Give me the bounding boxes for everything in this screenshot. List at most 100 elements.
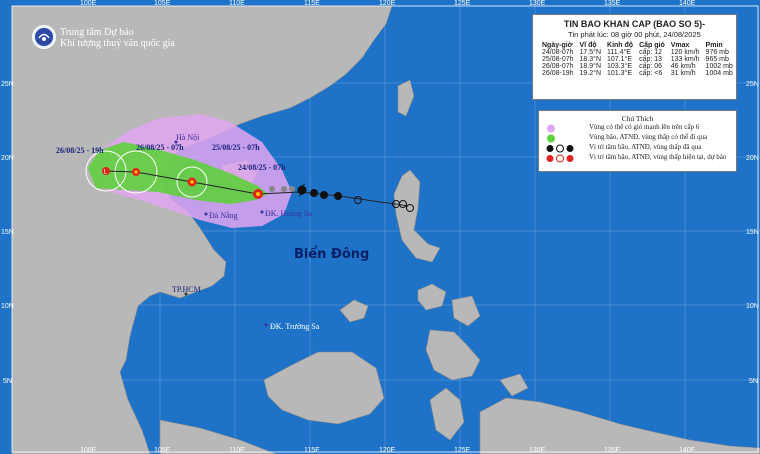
table-row: 26/08-19h 19.2°N 101.3°E cấp: <6 31 km/h…: [539, 70, 736, 77]
tick-lat-right: 25N: [746, 81, 759, 88]
past-position-symbol: [281, 186, 287, 192]
table-cell: 18.9°N: [579, 63, 602, 70]
past-position-symbol: [310, 189, 318, 197]
tick-lat-left: 20N: [1, 155, 14, 162]
table-cell: 965 mb: [705, 56, 729, 63]
table-cell: 103.3°E: [607, 63, 633, 70]
legend-label: Vùng bão, ATNĐ, vùng thấp có thể đi qua: [589, 133, 708, 141]
forecast-storm-symbols-icon: [546, 154, 574, 163]
tick-lat-left: 15N: [1, 229, 14, 236]
tick-lat-right: 15N: [746, 229, 759, 236]
table-cell: 24/08-07h: [542, 49, 574, 56]
table-cell: 976 mb: [705, 49, 729, 56]
table-cell: 111.4°E: [607, 49, 631, 56]
table-cell: 18.3°N: [579, 56, 602, 63]
table-cell: 26/08-07h: [542, 63, 574, 70]
col-header: Cấp gió: [639, 42, 665, 49]
label-bien-dong: Biển Đông: [294, 246, 369, 262]
truongsa-marker: [264, 323, 268, 327]
bulletin-issued-time: Tin phát lúc: 08 giờ 00 phút, 24/08/2025: [568, 30, 701, 39]
agency-name-line1: Trung tâm Dự báo: [60, 27, 134, 38]
legend-label: Vị trí tâm bão, ATNĐ, vùng thấp đã qua: [589, 143, 702, 151]
tick-lon-top: 135E: [604, 0, 621, 7]
tick-lon-top: 105E: [154, 0, 171, 7]
past-storm-symbols-icon: [546, 144, 574, 153]
tick-lon-bottom: 120E: [379, 447, 396, 454]
tick-lat-right: 20N: [746, 155, 759, 162]
legend-item-track-zone: Vùng bão, ATNĐ, vùng thấp có thể đi qua: [545, 133, 736, 143]
storm-track-map: L Hà Nội Đà Nẵng ĐK. Hoàng Sa TP.HCM ĐK.…: [0, 0, 760, 454]
time-label-26-19h: 26/08/25 - 19h: [56, 146, 104, 155]
legend-item-wind-zone: Vùng có thể có gió mạnh lên trên cấp 6: [545, 123, 736, 133]
table-cell: 25/08-07h: [542, 56, 574, 63]
table-cell: cấp: 06: [639, 63, 663, 70]
table-cell: 31 km/h: [670, 70, 696, 77]
tick-lon-bottom: 130E: [529, 447, 546, 454]
agency-logo: [32, 25, 56, 49]
tick-lon-bottom: 110E: [229, 447, 245, 454]
time-label-25-07h: 25/08/25 - 07h: [212, 143, 260, 152]
table-cell: 101.3°E: [607, 70, 633, 77]
past-position-symbol: [289, 186, 295, 192]
tick-lon-top: 120E: [379, 0, 396, 7]
forecast-position-symbol: [187, 177, 197, 187]
legend-label: Vị trí tâm bão, ATNĐ, vùng thấp hiện tại…: [589, 153, 727, 161]
tick-lon-top: 110E: [229, 0, 245, 7]
col-header: Kinh độ: [607, 42, 634, 49]
tick-lon-bottom: 105E: [154, 447, 171, 454]
tick-lon-top: 125E: [454, 0, 471, 7]
table-cell: cấp: 13: [639, 56, 663, 63]
current-position-symbol: [253, 189, 263, 199]
label-hanoi: Hà Nội: [176, 133, 200, 142]
label-hoangsa: ĐK. Hoàng Sa: [265, 209, 312, 218]
hoangsa-marker: [260, 210, 264, 214]
table-cell: 46 km/h: [670, 63, 696, 70]
table-row: 25/08-07h 18.3°N 107.1°E cấp: 13 133 km/…: [539, 56, 736, 63]
past-position-symbol: [269, 186, 275, 192]
tick-lon-bottom: 135E: [604, 447, 621, 454]
table-cell: 120 km/h: [670, 49, 700, 56]
bulletin-panel: TIN BAO KHAN CAP (BAO SO 5)- Tin phát lú…: [532, 14, 737, 100]
past-position-symbol: [334, 192, 342, 200]
tick-lat-left: 10N: [1, 303, 14, 310]
legend-panel: Chú Thích Vùng có thể có gió mạnh lên tr…: [538, 110, 737, 172]
label-truongsa: ĐK. Trường Sa: [270, 322, 320, 331]
table-cell: cấp: <6: [639, 70, 663, 77]
label-hcm: TP.HCM: [172, 285, 201, 294]
tick-lon-bottom: 100E: [80, 447, 97, 454]
table-cell: 19.2°N: [579, 70, 602, 77]
table-cell: 1002 mb: [705, 63, 733, 70]
col-header: Vĩ độ: [579, 42, 597, 49]
legend-label: Vùng có thể có gió mạnh lên trên cấp 6: [589, 123, 700, 131]
tick-lon-top: 100E: [80, 0, 97, 7]
time-label-24-07h: 24/08/25 - 07h: [238, 163, 286, 172]
table-row: 26/08-07h 18.9°N 103.3°E cấp: 06 46 km/h…: [539, 63, 736, 70]
tick-lat-right: 5N: [749, 378, 758, 385]
table-header-row: Ngày-giờ Vĩ độ Kinh độ Cấp gió Vmax Pmin: [539, 42, 736, 49]
legend-title: Chú Thích: [621, 114, 654, 123]
label-danang: Đà Nẵng: [209, 211, 238, 220]
table-row: 24/08-07h 17.5°N 111.4°E cấp: 12 120 km/…: [539, 49, 736, 56]
col-header: Vmax: [670, 42, 690, 49]
tick-lon-top: 130E: [529, 0, 546, 7]
tick-lon-bottom: 125E: [454, 447, 471, 454]
danang-marker: [204, 212, 208, 216]
tick-lon-top: 115E: [304, 0, 320, 7]
tick-lat-left: 5N: [3, 378, 12, 385]
tick-lat-right: 10N: [746, 303, 759, 310]
table-cell: 107.1°E: [607, 56, 633, 63]
col-header: Pmin: [705, 42, 723, 49]
tick-lon-bottom: 115E: [304, 447, 320, 454]
bulletin-title: TIN BAO KHAN CAP (BAO SO 5)-: [563, 19, 706, 29]
green-zone-swatch-icon: [547, 134, 555, 143]
legend-item-forecast: Vị trí tâm bão, ATNĐ, vùng thấp hiện tại…: [545, 153, 736, 163]
forecast-position-symbol: [132, 168, 140, 176]
pink-zone-swatch-icon: [547, 124, 555, 133]
tick-lon-top: 140E: [679, 0, 696, 7]
tick-lat-left: 25N: [1, 81, 14, 88]
col-header: Ngày-giờ: [542, 42, 573, 49]
table-cell: cấp: 12: [639, 49, 663, 56]
past-position-symbol: [320, 191, 328, 199]
forecast-table: Ngày-giờ Vĩ độ Kinh độ Cấp gió Vmax Pmin…: [539, 42, 736, 77]
tick-lon-bottom: 140E: [679, 447, 696, 454]
